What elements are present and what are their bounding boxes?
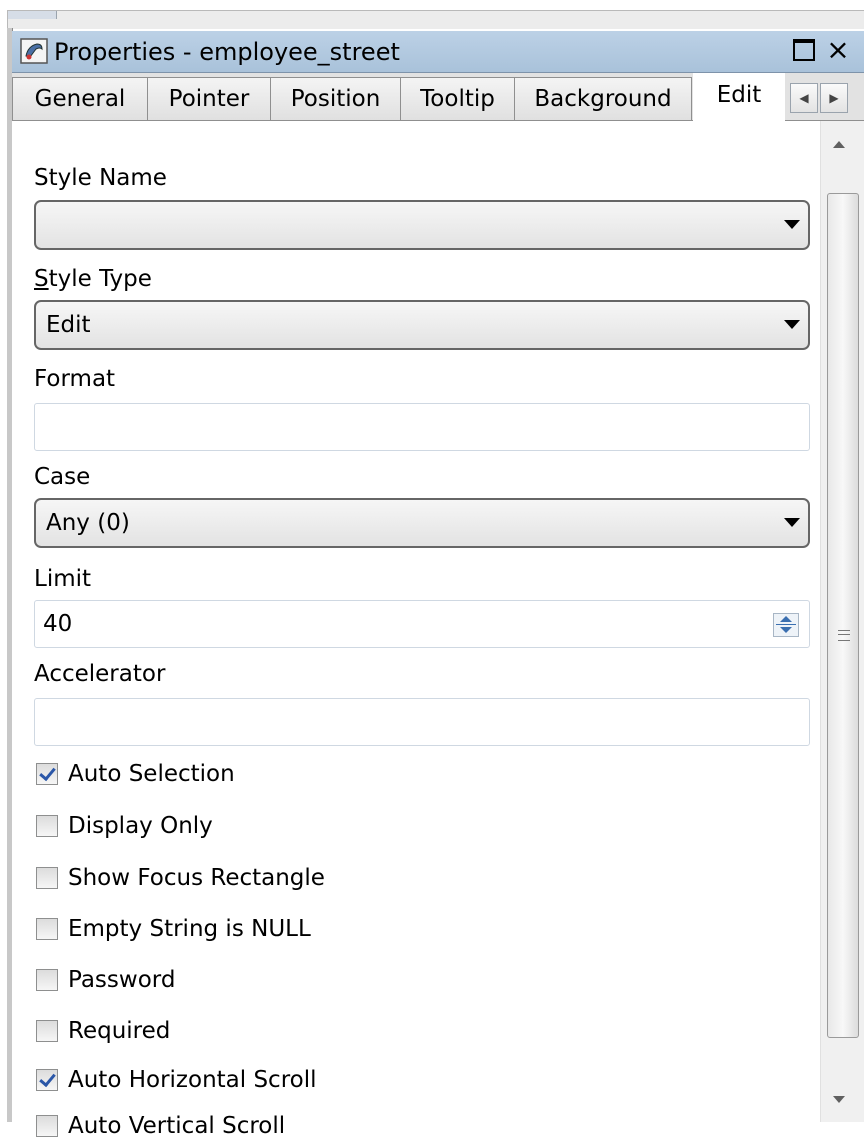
- limit-label: Limit: [34, 566, 92, 592]
- tab-tooltip[interactable]: Tooltip: [400, 77, 515, 120]
- spin-up-icon: [780, 616, 792, 622]
- scroll-down-arrow-icon[interactable]: [833, 1096, 845, 1103]
- display-only-checkbox[interactable]: Display Only: [36, 809, 213, 843]
- checkbox-unchecked-icon[interactable]: [36, 1020, 58, 1042]
- chevron-down-icon: [784, 320, 800, 329]
- chevron-down-icon: [784, 220, 800, 229]
- auto-vertical-scroll-checkbox[interactable]: Auto Vertical Scroll: [36, 1109, 285, 1143]
- restore-icon: [793, 39, 815, 61]
- restore-button[interactable]: [790, 36, 818, 64]
- vertical-scrollbar[interactable]: [820, 121, 864, 1122]
- limit-spinner-button[interactable]: [773, 613, 799, 637]
- required-checkbox[interactable]: Required: [36, 1014, 170, 1048]
- toolbar-ridge: [8, 11, 57, 19]
- auto-selection-checkbox[interactable]: Auto Selection: [36, 757, 235, 791]
- tab-position[interactable]: Position: [270, 77, 401, 120]
- checkbox-unchecked-icon[interactable]: [36, 918, 58, 940]
- close-button[interactable]: ×: [824, 36, 852, 64]
- auto-horizontal-scroll-label: Auto Horizontal Scroll: [68, 1067, 317, 1093]
- limit-value: 40: [43, 611, 73, 637]
- case-label: Case: [34, 464, 91, 490]
- edit-properties-panel: Style Name Style Type Edit Format Case A…: [12, 121, 820, 1139]
- tab-pointer[interactable]: Pointer: [147, 77, 271, 120]
- format-input[interactable]: [34, 403, 810, 451]
- properties-titlebar[interactable]: Properties - employee_street ×: [12, 31, 864, 73]
- empty-string-is-null-label: Empty String is NULL: [68, 916, 311, 942]
- empty-string-is-null-checkbox[interactable]: Empty String is NULL: [36, 912, 311, 946]
- style-type-value: Edit: [46, 312, 91, 338]
- required-label: Required: [68, 1018, 171, 1044]
- properties-icon: [20, 38, 48, 64]
- checkbox-checked-icon[interactable]: [36, 763, 58, 785]
- spin-divider: [776, 624, 796, 625]
- checkbox-unchecked-icon[interactable]: [36, 815, 58, 837]
- checkbox-unchecked-icon[interactable]: [36, 969, 58, 991]
- tab-edit[interactable]: Edit: [693, 73, 785, 121]
- style-type-label-rest: tyle Type: [48, 266, 152, 292]
- style-type-accelerator-letter: S: [34, 266, 49, 292]
- style-name-label: Style Name: [34, 165, 167, 191]
- auto-horizontal-scroll-checkbox[interactable]: Auto Horizontal Scroll: [36, 1063, 317, 1097]
- password-checkbox[interactable]: Password: [36, 963, 175, 997]
- scroll-up-arrow-icon[interactable]: [833, 141, 845, 148]
- format-label: Format: [34, 366, 116, 392]
- checkbox-unchecked-icon[interactable]: [36, 867, 58, 889]
- tab-general[interactable]: General: [12, 77, 148, 120]
- style-name-dropdown[interactable]: [34, 200, 810, 250]
- accelerator-label: Accelerator: [34, 661, 166, 687]
- tab-scroll-right-button[interactable]: ▶: [820, 83, 848, 113]
- accelerator-input[interactable]: [34, 698, 810, 746]
- chevron-down-icon: [784, 518, 800, 527]
- tab-scroll-left-button[interactable]: ◀: [790, 83, 818, 113]
- tab-background[interactable]: Background: [514, 77, 692, 120]
- top-toolbar-edge: [7, 10, 864, 29]
- show-focus-rectangle-label: Show Focus Rectangle: [68, 865, 325, 891]
- display-only-label: Display Only: [68, 813, 213, 839]
- auto-selection-label: Auto Selection: [68, 761, 235, 787]
- password-label: Password: [68, 967, 176, 993]
- scrollbar-thumb[interactable]: [827, 193, 859, 1038]
- tab-strip: General Pointer Position Tooltip Backgro…: [12, 73, 864, 121]
- case-value: Any (0): [46, 510, 130, 536]
- show-focus-rectangle-checkbox[interactable]: Show Focus Rectangle: [36, 861, 325, 895]
- window-title: Properties - employee_street: [54, 38, 400, 66]
- style-type-dropdown[interactable]: Edit: [34, 300, 810, 350]
- spin-down-icon: [780, 627, 792, 633]
- style-type-label: Style Type: [34, 264, 152, 294]
- checkbox-checked-icon[interactable]: [36, 1069, 58, 1091]
- limit-spin-input[interactable]: 40: [34, 600, 810, 648]
- grip-icon: [838, 630, 850, 641]
- case-dropdown[interactable]: Any (0): [34, 498, 810, 548]
- checkbox-unchecked-icon[interactable]: [36, 1115, 58, 1137]
- auto-vertical-scroll-label: Auto Vertical Scroll: [68, 1113, 286, 1139]
- top-strip: [0, 0, 864, 30]
